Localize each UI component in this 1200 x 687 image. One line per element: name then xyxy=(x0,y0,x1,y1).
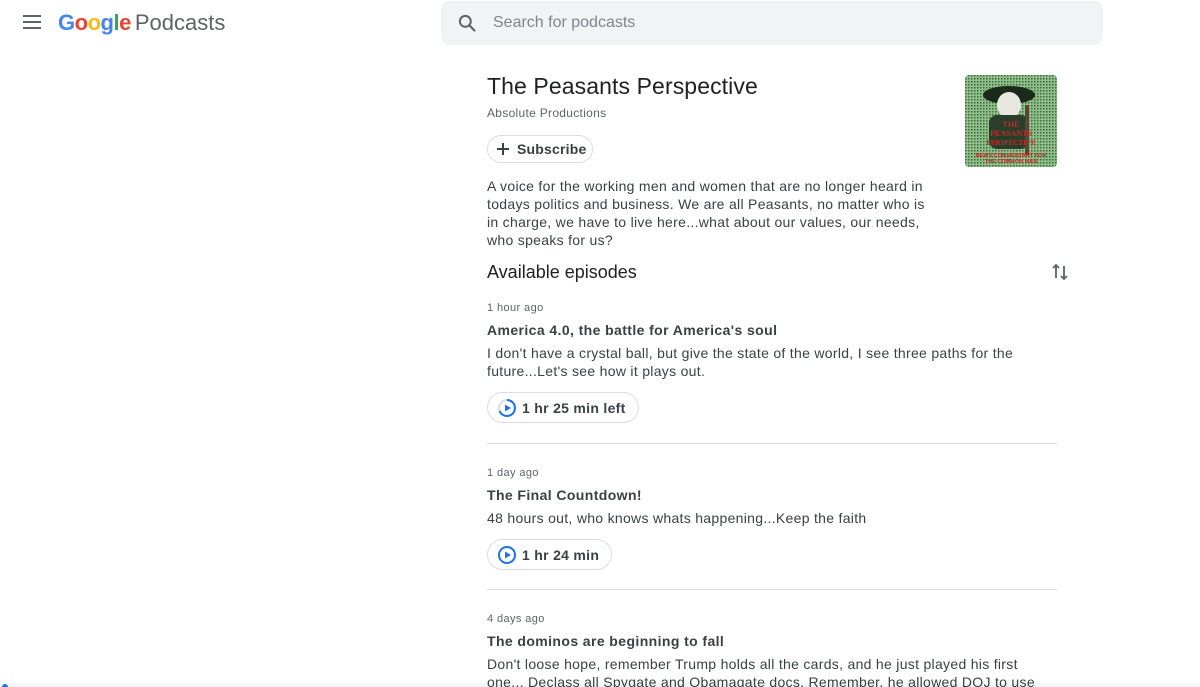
episode-date: 1 hour ago xyxy=(487,302,544,314)
episode-title[interactable]: The Final Countdown! xyxy=(487,487,1057,503)
subscribe-label: Subscribe xyxy=(517,141,587,157)
episode-item[interactable]: 4 days ago The dominos are beginning to … xyxy=(487,613,1057,687)
episode-divider xyxy=(487,589,1057,590)
play-icon xyxy=(498,545,516,564)
episode-title[interactable]: America 4.0, the battle for America's so… xyxy=(487,322,1057,338)
logo-letter: o xyxy=(74,10,88,35)
logo-letter: G xyxy=(58,10,75,35)
play-progress-icon xyxy=(498,398,516,417)
episode-play-button[interactable]: 1 hr 25 min left xyxy=(487,392,639,423)
cover-art-line-2: PEASANTS xyxy=(990,129,1032,138)
podcast-cover-art: THE PEASANTS PERSPECTIVE NEWS COMMENTARY… xyxy=(965,75,1057,167)
podcast-publisher[interactable]: Absolute Productions xyxy=(487,106,606,120)
logo-product-name: Podcasts xyxy=(134,10,226,35)
cover-art-line-1: THE xyxy=(1003,120,1020,129)
hamburger-menu-icon[interactable] xyxy=(20,10,44,34)
available-episodes-heading: Available episodes xyxy=(487,262,637,282)
search-bar[interactable] xyxy=(441,1,1103,45)
search-icon[interactable] xyxy=(457,13,477,33)
episode-item[interactable]: 1 hour ago America 4.0, the battle for A… xyxy=(487,302,1057,423)
episode-description: I don't have a crystal ball, but give th… xyxy=(487,345,1014,379)
episode-divider xyxy=(487,443,1057,444)
episode-play-button[interactable]: 1 hr 24 min xyxy=(487,539,613,570)
podcast-title: The Peasants Perspective xyxy=(487,73,758,99)
google-wordmark: Google xyxy=(58,10,131,36)
google-podcasts-logo[interactable]: Google Podcasts xyxy=(58,10,225,36)
bottom-shadow xyxy=(0,681,1200,687)
episode-duration: 1 hr 25 min left xyxy=(522,399,626,416)
episode-item[interactable]: 1 day ago The Final Countdown! 48 hours … xyxy=(487,467,1057,570)
plus-icon xyxy=(497,143,509,155)
episode-description: 48 hours out, who knows whats happening.… xyxy=(487,510,867,526)
episode-title[interactable]: The dominos are beginning to fall xyxy=(487,633,1057,649)
episode-date: 4 days ago xyxy=(487,613,545,625)
logo-letter: o xyxy=(87,10,101,35)
subscribe-button[interactable]: Subscribe xyxy=(487,135,593,163)
logo-letter: g xyxy=(100,10,114,35)
cover-art-line-3: PERSPECTIVE xyxy=(986,139,1035,147)
podcast-description: A voice for the working men and women th… xyxy=(487,178,925,248)
episode-duration: 1 hr 24 min xyxy=(522,546,600,563)
cover-art-line-5: THE COMMON MAN xyxy=(985,159,1037,165)
search-input[interactable] xyxy=(493,1,1093,45)
logo-letter: e xyxy=(119,10,131,35)
episode-date: 1 day ago xyxy=(487,467,539,479)
sort-arrows-icon[interactable] xyxy=(1050,262,1070,282)
top-app-bar: Google Podcasts xyxy=(0,0,1200,46)
